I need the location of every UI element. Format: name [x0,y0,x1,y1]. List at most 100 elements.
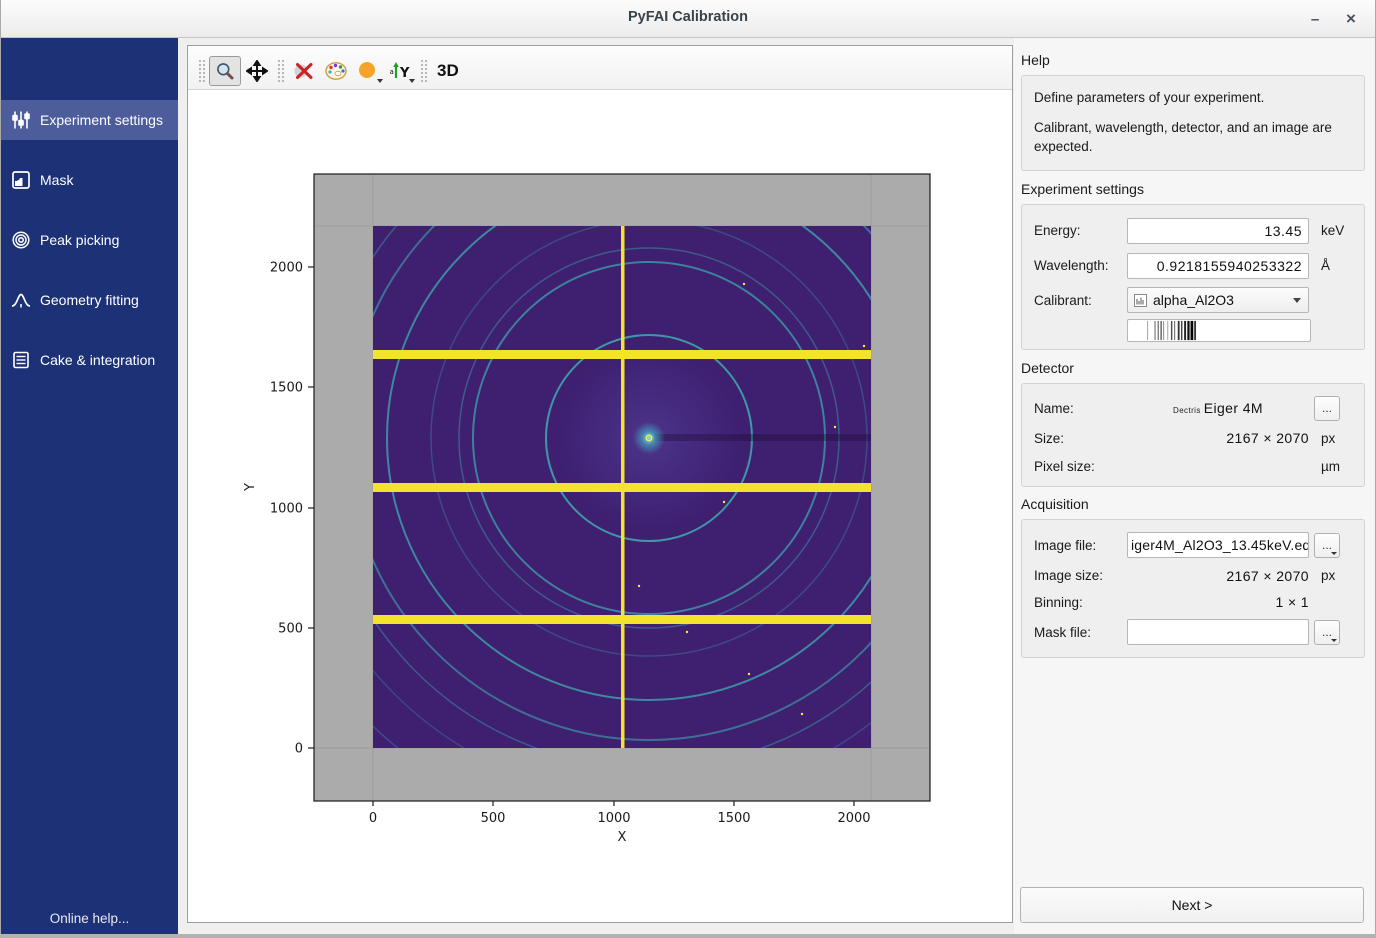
detector-size-value: 2167 × 2070 [1127,430,1309,446]
calibrant-rings-row [1034,317,1354,344]
clear-button[interactable] [288,56,320,86]
pixel-size-unit: µm [1314,459,1354,474]
help-box: Define parameters of your experiment. Ca… [1021,75,1365,171]
3d-view-button[interactable]: 3D [431,61,465,81]
y-tick: 500 [278,622,303,637]
binning-row: Binning: 1 × 1 [1034,589,1354,615]
pan-tool-button[interactable] [241,56,273,86]
mask-icon [10,170,32,190]
image-size-label: Image size: [1034,568,1122,583]
mask-file-input[interactable] [1127,619,1309,645]
detector-name-value: Eiger 4M [1204,400,1263,416]
acquisition-box: Image file: ... Image size: 2167 × 2070 … [1021,519,1365,658]
image-file-row: Image file: ... [1034,528,1354,562]
mask-file-label: Mask file: [1034,625,1122,640]
binning-value: 1 × 1 [1127,594,1309,610]
pan-arrows-icon [246,60,268,82]
wavelength-row: Wavelength: Å [1034,248,1354,283]
energy-unit: keV [1314,223,1354,238]
sidebar-item-label: Experiment settings [40,112,163,128]
help-text-1: Define parameters of your experiment. [1034,88,1354,108]
window-bottom-border [0,934,1376,938]
wavelength-label: Wavelength: [1034,258,1122,273]
detector-box: Name: DectrisEiger 4M ... Size: 2167 × 2… [1021,383,1365,487]
sliders-icon [10,110,32,130]
app-window: PyFAI Calibration – × Experiment setting… [0,0,1376,938]
dropdown-caret-icon [1331,639,1337,642]
detector-size-unit: px [1314,431,1354,446]
mask-file-row: Mask file: ... [1034,615,1354,649]
toolbar-drag-handle[interactable] [198,59,205,83]
y-tick: 2000 [270,261,303,276]
colormap-button[interactable] [320,56,352,86]
minimize-button[interactable]: – [1303,7,1327,31]
y-tick: 0 [295,742,303,757]
calibrant-value: alpha_Al2O3 [1153,292,1234,308]
wavelength-input[interactable] [1127,253,1309,279]
calibrant-label: Calibrant: [1034,293,1122,308]
binning-label: Binning: [1034,595,1122,610]
diffraction-image-plot[interactable]: 0 500 1000 1500 2000 0 500 1000 1500 200… [188,91,1014,924]
sidebar-item-cake-integration[interactable]: Cake & integration [1,340,178,380]
wavelength-unit: Å [1314,258,1354,273]
toolbar-drag-handle[interactable] [277,59,284,83]
energy-input[interactable] [1127,218,1309,244]
sidebar-item-experiment-settings[interactable]: Experiment settings [1,100,178,140]
cake-integration-icon [10,350,32,370]
y-tick: 1000 [270,502,303,517]
y-tick: 1500 [270,381,303,396]
zoom-tool-button[interactable] [209,56,241,86]
beam-center-glow [633,422,665,454]
x-tick: 1500 [717,811,750,826]
detector-heading: Detector [1021,360,1074,376]
red-cross-icon [293,60,315,82]
sidebar-item-geometry-fitting[interactable]: Geometry fitting [1,280,178,320]
calibrant-rings-preview [1127,319,1311,342]
y-axis-label: Y [243,483,258,492]
experiment-settings-heading: Experiment settings [1021,181,1144,197]
settings-panel: Help Define parameters of your experimen… [1014,38,1375,934]
y-axis-orientation-button[interactable]: a Y [384,56,416,86]
marker-color-button[interactable] [352,56,384,86]
help-text-2: Calibrant, wavelength, detector, and an … [1034,118,1354,157]
window-title: PyFAI Calibration [1,9,1375,25]
image-file-browse-button[interactable]: ... [1314,533,1340,558]
acquisition-heading: Acquisition [1021,496,1089,512]
next-button[interactable]: Next > [1020,887,1364,923]
close-button[interactable]: × [1339,7,1363,31]
detector-size-label: Size: [1034,431,1122,446]
image-file-input[interactable] [1127,532,1309,558]
calibrant-histogram-icon [1134,294,1147,307]
sidebar-item-label: Peak picking [40,232,119,248]
geometry-fitting-icon [10,290,32,310]
sidebar: Experiment settings Mask Peak picking [1,38,178,934]
image-size-unit: px [1314,568,1354,583]
sidebar-item-mask[interactable]: Mask [1,160,178,200]
calibrant-row: Calibrant: alpha_Al2O3 [1034,283,1354,317]
x-tick: 1000 [597,811,630,826]
detector-name-row: Name: DectrisEiger 4M ... [1034,392,1354,424]
palette-icon [324,60,348,82]
sidebar-item-label: Cake & integration [40,352,155,368]
dropdown-caret-icon [1331,552,1337,555]
detector-browse-button[interactable]: ... [1314,396,1340,421]
mask-file-browse-button[interactable]: ... [1314,620,1340,645]
chevron-down-icon [1293,298,1301,303]
plot-panel: a Y 3D [187,45,1013,923]
sidebar-item-label: Geometry fitting [40,292,139,308]
calibrant-select[interactable]: alpha_Al2O3 [1127,287,1309,313]
magnifier-icon [215,61,235,81]
help-heading: Help [1021,52,1050,68]
online-help-link[interactable]: Online help... [1,911,178,926]
svg-text:a: a [390,68,394,76]
beamstop-shadow [654,434,871,441]
orange-dot-icon [358,61,378,81]
experiment-settings-box: Energy: keV Wavelength: Å Calibrant: [1021,204,1365,350]
sidebar-item-label: Mask [40,172,73,188]
toolbar-drag-handle[interactable] [420,59,427,83]
pixel-size-label: Pixel size: [1034,459,1122,474]
sidebar-item-peak-picking[interactable]: Peak picking [1,220,178,260]
x-tick: 500 [481,811,506,826]
detector-brand: Dectris [1173,406,1201,415]
x-tick: 0 [369,811,377,826]
